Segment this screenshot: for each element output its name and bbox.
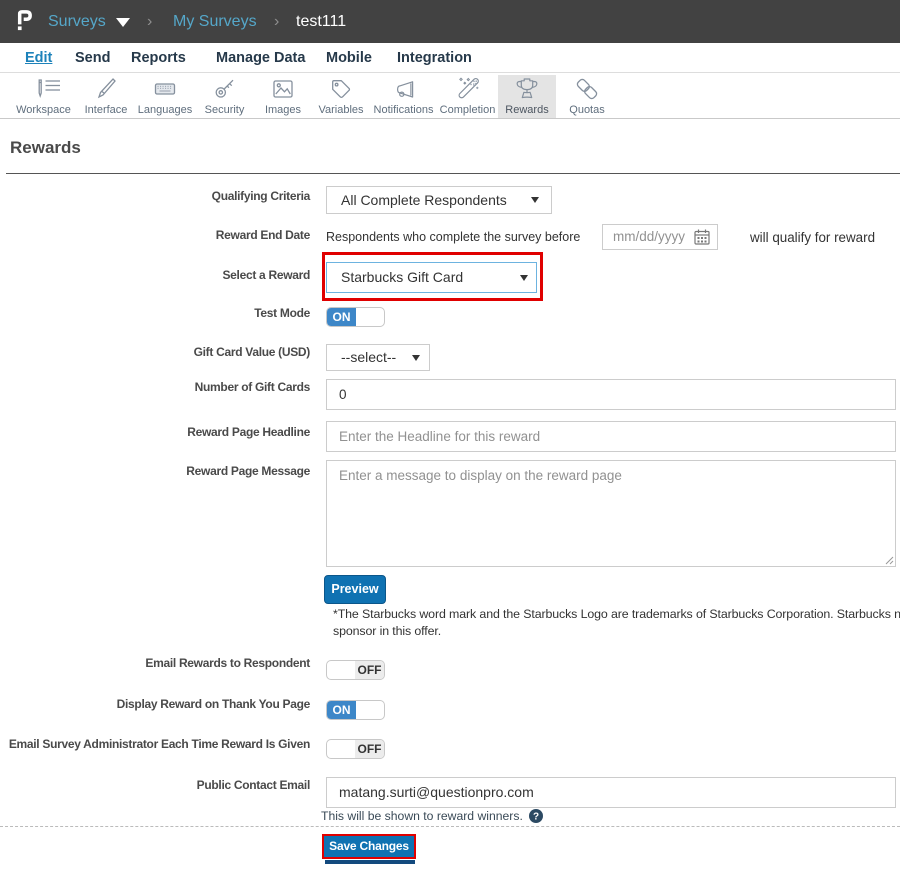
svg-text:?: ? xyxy=(533,812,539,823)
